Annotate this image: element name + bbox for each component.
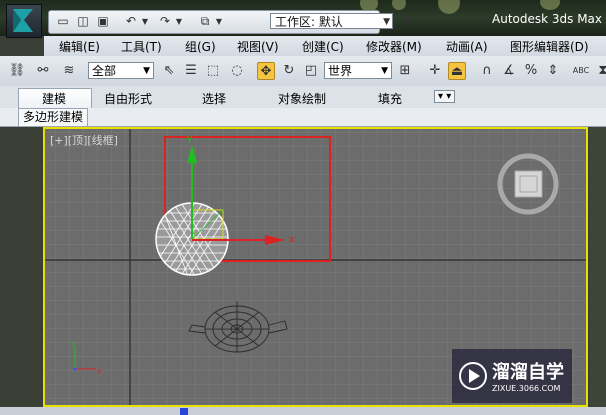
time-slider-bar xyxy=(0,407,606,415)
viewport-label-menu[interactable]: [+][顶][线框] xyxy=(50,132,118,148)
menu-edit[interactable]: 编辑(E) xyxy=(59,38,100,55)
save-icon[interactable]: ▣ xyxy=(95,14,111,29)
rectangular-selection-icon[interactable]: ⬚ xyxy=(204,62,222,80)
use-pivot-center-icon[interactable]: ⊞ xyxy=(396,62,414,80)
background-bokeh xyxy=(438,0,460,14)
project-dropdown-icon[interactable]: ▼ xyxy=(211,14,227,29)
background-bokeh xyxy=(540,0,560,10)
undo-dropdown-icon[interactable]: ▼ xyxy=(137,14,153,29)
ribbon-panel-label[interactable]: 多边形建模 xyxy=(18,108,89,127)
tab-populate[interactable]: 填充 xyxy=(378,90,402,107)
select-by-name-icon[interactable]: ☰ xyxy=(182,62,200,80)
menu-create[interactable]: 创建(C) xyxy=(302,38,344,55)
main-toolbar: ⛓ ⚯ ≋ 全部 ▼ ⇖ ☰ ⬚ ◌ ✥ ↻ ◰ 世界 ▼ ⊞ ✛ ⏏ ∩ ∡ … xyxy=(0,56,606,87)
background-bokeh xyxy=(392,0,406,10)
select-and-rotate-icon[interactable]: ↻ xyxy=(280,62,298,80)
percent-snap-icon[interactable]: % xyxy=(522,62,540,80)
app-title: Autodesk 3ds Max xyxy=(492,12,603,26)
chevron-down-icon: ▼ xyxy=(143,66,150,76)
watermark: 溜溜自学 ZIXUE.3066.COM xyxy=(452,349,572,403)
menu-modifiers[interactable]: 修改器(M) xyxy=(366,38,422,55)
time-slider-thumb[interactable] xyxy=(180,408,188,415)
bind-space-warp-icon[interactable]: ≋ xyxy=(60,62,78,80)
window-crossing-icon[interactable]: ◌ xyxy=(228,62,246,80)
select-and-link-icon[interactable]: ⛓ xyxy=(8,62,26,80)
watermark-url: ZIXUE.3066.COM xyxy=(492,384,561,393)
ribbon-tab-bar: 建模 自由形式 选择 对象绘制 填充 ▾ ▾ xyxy=(0,86,606,108)
select-and-scale-icon[interactable]: ◰ xyxy=(302,62,320,80)
unlink-icon[interactable]: ⚯ xyxy=(34,62,52,80)
gizmo-y-label: y xyxy=(187,134,193,144)
world-axis-x-label: x xyxy=(97,367,101,375)
keyboard-shortcut-override-icon[interactable]: ⏏ xyxy=(448,62,466,80)
tab-object-paint[interactable]: 对象绘制 xyxy=(278,90,326,107)
play-logo-icon xyxy=(459,362,487,390)
menu-group[interactable]: 组(G) xyxy=(185,38,216,55)
select-and-manipulate-icon[interactable]: ✛ xyxy=(426,62,444,80)
world-axis-y-label: y xyxy=(72,340,76,348)
app-menu-button[interactable] xyxy=(6,4,42,38)
tab-modeling[interactable]: 建模 xyxy=(42,90,66,107)
snaps-toggle-icon[interactable]: ∩ xyxy=(478,62,496,80)
reference-coordinate-dropdown[interactable]: 世界 ▼ xyxy=(324,62,392,79)
gizmo-x-label: x xyxy=(289,235,295,245)
menu-views[interactable]: 视图(V) xyxy=(237,38,279,55)
chevron-down-icon: ▼ xyxy=(383,17,390,27)
edit-named-selection-icon[interactable]: ABC xyxy=(572,62,590,80)
menu-graph-editors[interactable]: 图形编辑器(D) xyxy=(510,38,589,55)
3ds-max-logo-icon xyxy=(13,9,33,32)
mirror-icon[interactable]: ⧗ xyxy=(594,62,606,80)
ribbon-panel xyxy=(0,108,606,127)
menu-bar: 编辑(E) 工具(T) 组(G) 视图(V) 创建(C) 修改器(M) 动画(A… xyxy=(44,36,606,57)
open-file-icon[interactable]: ◫ xyxy=(75,14,91,29)
angle-snap-icon[interactable]: ∡ xyxy=(500,62,518,80)
select-and-move-icon[interactable]: ✥ xyxy=(257,62,275,80)
ribbon-options-icon[interactable]: ▾ ▾ xyxy=(434,90,456,103)
chevron-down-icon: ▼ xyxy=(381,66,388,76)
menu-tools[interactable]: 工具(T) xyxy=(121,38,162,55)
spinner-snap-icon[interactable]: ⇕ xyxy=(544,62,562,80)
selection-filter-dropdown[interactable]: 全部 ▼ xyxy=(88,62,154,79)
selection-filter-value: 全部 xyxy=(92,64,117,78)
workspace-selector[interactable]: 工作区: 默认 ▼ xyxy=(270,13,393,29)
tab-freeform[interactable]: 自由形式 xyxy=(104,90,152,107)
new-file-icon[interactable]: ▭ xyxy=(55,14,71,29)
quick-access-toolbar: ▭ ◫ ▣ ↶ ▼ ↷ ▼ ⧉ ▼ 工作区: 默认 ▼ ▼ xyxy=(48,10,410,34)
watermark-text: 溜溜自学 xyxy=(492,362,564,383)
customize-qa-icon[interactable]: ▼ xyxy=(399,14,415,29)
workspace-selector-label: 工作区: 默认 xyxy=(275,15,343,29)
command-panel-edge xyxy=(589,127,606,415)
redo-dropdown-icon[interactable]: ▼ xyxy=(171,14,187,29)
tab-selection[interactable]: 选择 xyxy=(202,90,226,107)
select-object-icon[interactable]: ⇖ xyxy=(160,62,178,80)
reference-coordinate-value: 世界 xyxy=(328,64,353,78)
menu-animation[interactable]: 动画(A) xyxy=(446,38,488,55)
